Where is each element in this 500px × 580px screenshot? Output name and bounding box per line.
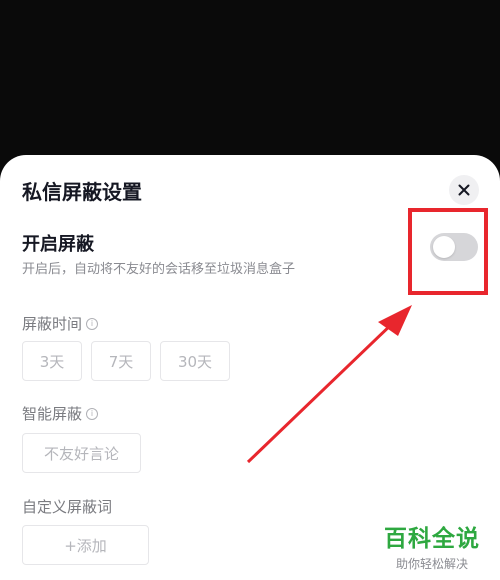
- info-icon[interactable]: i: [86, 407, 99, 420]
- duration-label: 屏蔽时间: [22, 315, 83, 333]
- close-button[interactable]: [449, 175, 479, 205]
- duration-option-7d[interactable]: 7天: [91, 341, 151, 381]
- watermark-logo: 百科全说: [384, 526, 480, 552]
- smart-option-unfriendly[interactable]: 不友好言论: [22, 433, 141, 473]
- toggle-knob: [433, 236, 455, 258]
- custom-words-label: 自定义屏蔽词: [22, 498, 113, 516]
- duration-section-label: 屏蔽时间 i: [22, 313, 99, 334]
- duration-option-3d[interactable]: 3天: [22, 341, 82, 381]
- watermark-tagline: 助你轻松解决: [395, 557, 468, 571]
- smart-section-label: 智能屏蔽 i: [22, 403, 99, 424]
- duration-option-30d[interactable]: 30天: [160, 341, 230, 381]
- smart-label: 智能屏蔽: [22, 405, 83, 423]
- close-icon: [458, 184, 470, 196]
- enable-shield-label: 开启屏蔽: [22, 234, 94, 255]
- add-custom-word-button[interactable]: +添加: [22, 525, 149, 565]
- watermark: 百科全说 助你轻松解决: [372, 519, 492, 572]
- sheet-title: 私信屏蔽设置: [22, 180, 142, 204]
- info-icon[interactable]: i: [86, 317, 99, 330]
- enable-shield-description: 开启后，自动将不友好的会话移至垃圾消息盒子: [22, 262, 296, 277]
- enable-shield-toggle[interactable]: [430, 233, 478, 261]
